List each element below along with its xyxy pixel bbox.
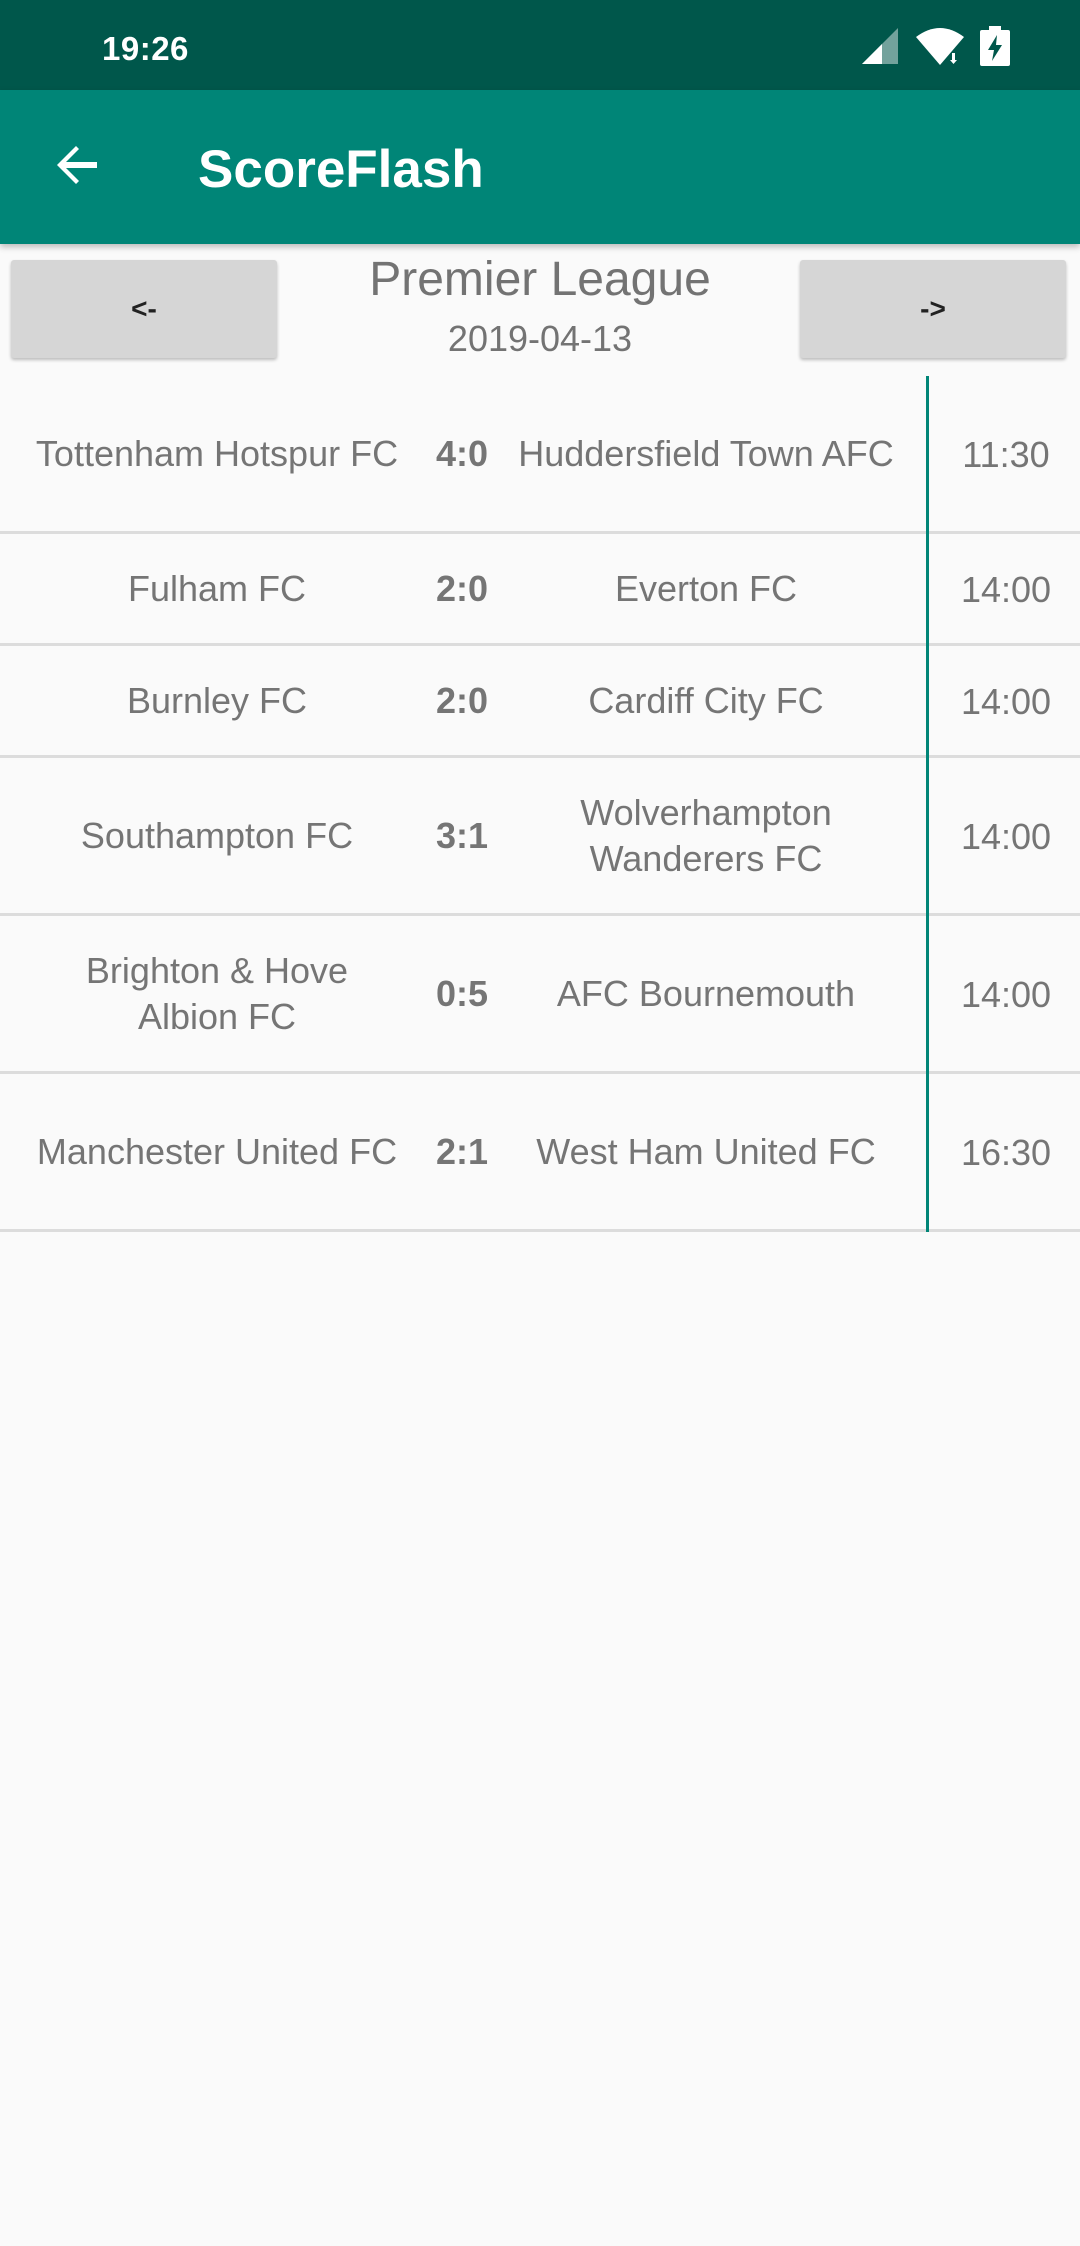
match-row[interactable]: Manchester United FC 2:1 West Ham United… — [0, 1074, 1080, 1232]
signal-icon — [858, 27, 900, 69]
status-icons — [858, 25, 1010, 71]
match-row[interactable]: Southampton FC 3:1 Wolverhampton Wandere… — [0, 758, 1080, 916]
match-date: 2019-04-13 — [447, 318, 633, 359]
away-team: Cardiff City FC — [588, 679, 824, 721]
home-team: Manchester United FC — [36, 1130, 398, 1172]
match-row[interactable]: Tottenham Hotspur FC 4:0 Huddersfield To… — [0, 376, 1080, 534]
previous-button[interactable]: <- — [11, 260, 277, 358]
next-button[interactable]: -> — [800, 260, 1066, 358]
app-bar: ScoreFlash — [0, 90, 1080, 244]
match-score: 2:0 — [435, 679, 489, 721]
away-team: AFC Bournemouth — [556, 972, 856, 1014]
home-team: Burnley FC — [126, 679, 308, 721]
away-team: Huddersfield Town AFC — [518, 432, 894, 474]
away-team: West Ham United FC — [536, 1130, 876, 1172]
league-name: Premier League — [369, 253, 711, 306]
match-row[interactable]: Brighton & Hove Albion FC 0:5 AFC Bourne… — [0, 916, 1080, 1074]
away-team: Wolverhampton Wanderers FC — [580, 791, 832, 879]
wifi-icon — [916, 27, 964, 70]
match-row[interactable]: Burnley FC 2:0 Cardiff City FC 14:00 — [0, 646, 1080, 758]
match-score: 0:5 — [435, 972, 489, 1014]
home-team: Fulham FC — [127, 567, 307, 609]
battery-charging-icon — [980, 25, 1010, 71]
kickoff-time: 14:00 — [926, 916, 1080, 1074]
match-row[interactable]: Fulham FC 2:0 Everton FC 14:00 — [0, 534, 1080, 646]
match-score: 2:1 — [435, 1130, 489, 1172]
kickoff-time: 14:00 — [926, 534, 1080, 646]
away-team: Everton FC — [614, 567, 798, 609]
kickoff-time: 14:00 — [926, 646, 1080, 758]
kickoff-time: 11:30 — [926, 376, 1080, 534]
back-button[interactable] — [34, 124, 120, 210]
arrow-back-icon — [53, 141, 101, 194]
kickoff-time: 14:00 — [926, 758, 1080, 916]
match-score: 3:1 — [435, 814, 489, 856]
home-team: Tottenham Hotspur FC — [35, 432, 399, 474]
match-score: 2:0 — [435, 567, 489, 609]
match-list: Tottenham Hotspur FC 4:0 Huddersfield To… — [0, 376, 1080, 1232]
status-bar: 19:26 — [0, 0, 1080, 90]
match-score: 4:0 — [435, 432, 489, 474]
kickoff-time: 16:30 — [926, 1074, 1080, 1232]
home-team: Southampton FC — [80, 814, 354, 856]
app-title: ScoreFlash — [198, 140, 484, 199]
status-time: 19:26 — [102, 30, 189, 67]
league-navigation: <- Premier League 2019-04-13 -> — [0, 244, 1080, 376]
home-team: Brighton & Hove Albion FC — [85, 949, 349, 1037]
